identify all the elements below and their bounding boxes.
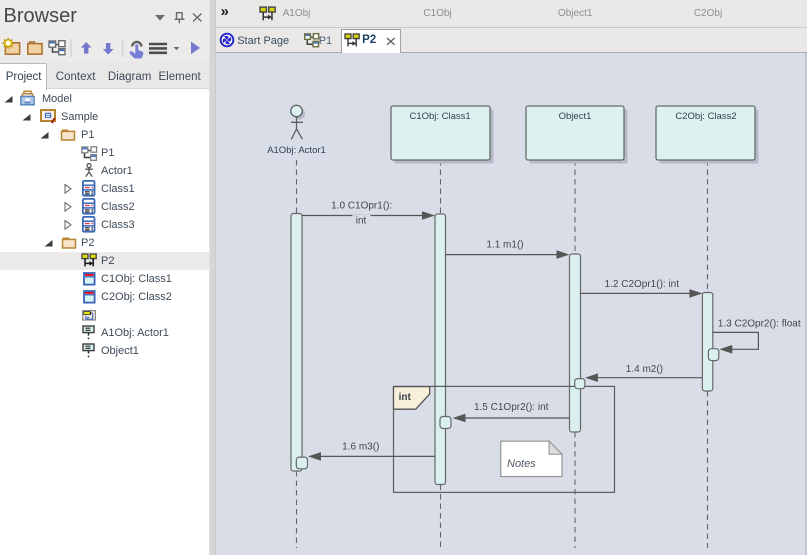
svg-text:int: int — [356, 215, 367, 226]
svg-text:A1Obj: Actor1: A1Obj: Actor1 — [267, 145, 326, 156]
svg-text:1.6 m3(): 1.6 m3() — [342, 442, 379, 453]
svg-text:int: int — [399, 392, 412, 403]
svg-text:1.0 C1Opr1():: 1.0 C1Opr1(): — [331, 201, 392, 212]
svg-text:1.3 C2Opr2(): float: 1.3 C2Opr2(): float — [718, 319, 801, 330]
svg-text:Object1: Object1 — [559, 111, 592, 122]
svg-text:C1Obj: Class1: C1Obj: Class1 — [409, 111, 470, 122]
svg-text:1.2 C2Opr1(): int: 1.2 C2Opr1(): int — [605, 279, 680, 290]
svg-text:1.5 C1Opr2(): int: 1.5 C1Opr2(): int — [474, 402, 549, 413]
svg-text:1.4 m2(): 1.4 m2() — [626, 364, 663, 375]
svg-text:Notes: Notes — [507, 458, 536, 470]
svg-text:C2Obj: Class2: C2Obj: Class2 — [675, 111, 736, 122]
svg-text:1.1 m1(): 1.1 m1() — [486, 240, 523, 251]
